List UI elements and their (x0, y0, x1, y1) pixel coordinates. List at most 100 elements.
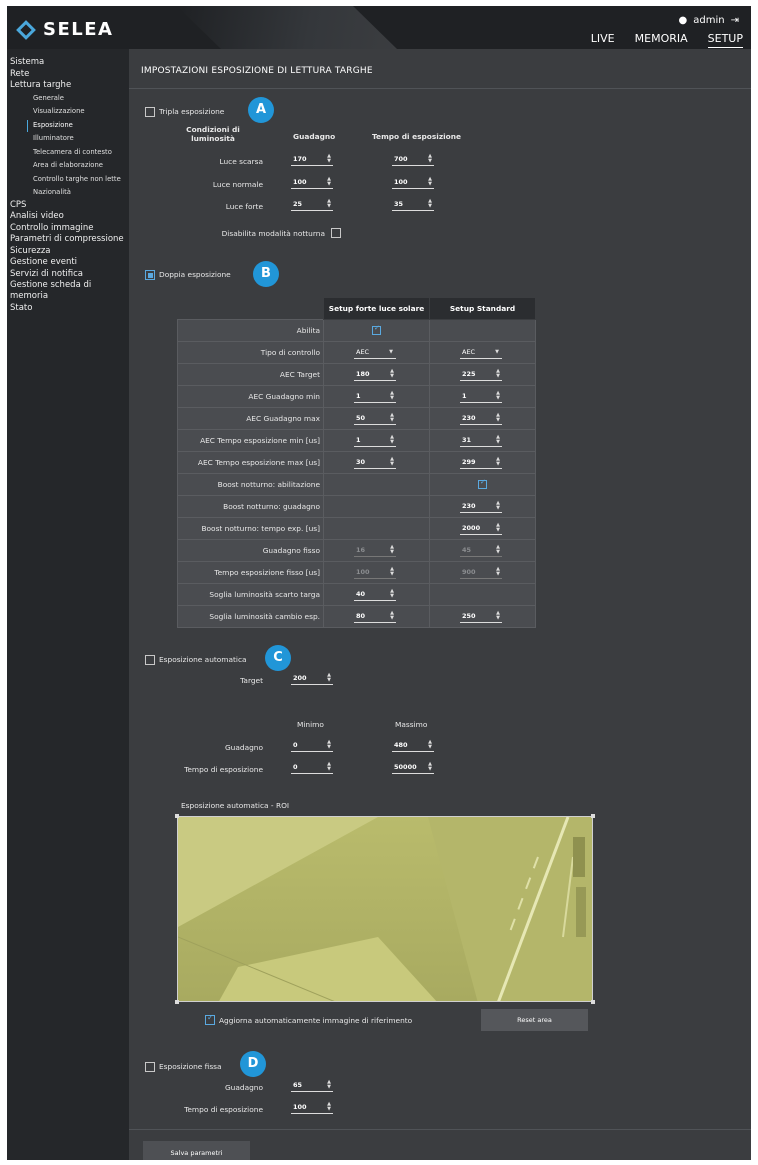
min-column-label: Minimo (297, 720, 324, 729)
triple-time-strong-input[interactable]: 35 ▲ ▼ (392, 199, 434, 211)
spinner-arrows-icon: ▲ ▼ (327, 761, 331, 772)
table-row: Tipo di controllo AEC ▼ AEC ▼ (177, 341, 536, 364)
spinner-arrows-icon: ▲ ▼ (496, 456, 500, 467)
value-input[interactable]: 30 ▲ ▼ (354, 457, 396, 469)
value-input[interactable]: 225 ▲ ▼ (460, 369, 502, 381)
sidebar-item[interactable]: Servizi di notifica (7, 269, 129, 280)
roi-handle[interactable] (591, 1000, 595, 1004)
value-input[interactable]: 80 ▲ ▼ (354, 611, 396, 623)
sidebar-item[interactable]: Gestione eventi (7, 257, 129, 268)
table-row: AEC Target 180 ▲ ▼ 225 ▲ ▼ (177, 363, 536, 386)
triple-gain-normal-input[interactable]: 100 ▲ ▼ (291, 177, 333, 189)
spinner-arrows-icon: ▲ ▼ (327, 739, 331, 750)
table-header: Setup Standard (429, 297, 536, 320)
sidebar-item[interactable]: Analisi video (7, 211, 129, 222)
control-type-select[interactable]: AEC ▼ (460, 347, 502, 359)
double-exposure-checkbox[interactable] (145, 270, 155, 280)
save-parameters-button[interactable]: Salva parametri (143, 1141, 250, 1160)
fixed-exposure-label: Esposizione fissa (159, 1062, 222, 1071)
auto-gain-min-input[interactable]: 0 ▲ ▼ (291, 740, 333, 752)
table-cell (323, 495, 430, 518)
sidebar-item[interactable]: CPS (7, 200, 129, 211)
table-cell: 1 ▲ ▼ (323, 429, 430, 452)
control-type-select[interactable]: AEC ▼ (354, 347, 396, 359)
row-label: AEC Tempo esposizione max [us] (177, 451, 324, 474)
divider (129, 88, 751, 89)
auto-exposure-checkbox[interactable] (145, 655, 155, 665)
value-input[interactable]: 1 ▲ ▼ (460, 391, 502, 403)
table-row: Guadagno fisso 16 ▲ ▼ 45 ▲ ▼ (177, 539, 536, 562)
roi-handle[interactable] (175, 814, 179, 818)
value-input-disabled: 100 ▲ ▼ (354, 566, 396, 579)
sidebar-item[interactable]: Parametri di compressione (7, 234, 129, 245)
value-input[interactable]: 50 ▲ ▼ (354, 413, 396, 425)
fixed-gain-input[interactable]: 65 ▲ ▼ (291, 1080, 333, 1092)
sidebar-item[interactable]: Sicurezza (7, 246, 129, 257)
row-label: Abilita (177, 319, 324, 342)
user-menu[interactable]: ● admin ⇥ (679, 15, 739, 26)
nav-live[interactable]: LIVE (591, 32, 615, 48)
fixed-gain-label: Guadagno (224, 1083, 263, 1092)
value-input[interactable]: 1 ▲ ▼ (354, 435, 396, 447)
nav-setup[interactable]: SETUP (707, 32, 743, 48)
sidebar-item[interactable]: Esposizione (7, 119, 129, 133)
auto-update-checkbox[interactable] (205, 1013, 215, 1025)
sidebar-item[interactable]: Telecamera di contesto (7, 146, 129, 160)
value-input[interactable]: 1 ▲ ▼ (354, 391, 396, 403)
section-badge-d: D (240, 1051, 266, 1077)
sidebar-item[interactable]: Stato (7, 303, 129, 314)
row-label: Soglia luminosità scarto targa (177, 583, 324, 606)
triple-exposure-checkbox[interactable] (145, 107, 155, 117)
value-input[interactable]: 2000 ▲ ▼ (460, 523, 502, 535)
sidebar-item[interactable]: Nazionalità (7, 186, 129, 200)
auto-gain-max-input[interactable]: 480 ▲ ▼ (392, 740, 434, 752)
spinner-arrows-icon: ▲ ▼ (496, 610, 500, 621)
fixed-time-input[interactable]: 100 ▲ ▼ (291, 1102, 333, 1114)
sidebar-item[interactable]: Illuminatore (7, 132, 129, 146)
auto-time-min-input[interactable]: 0 ▲ ▼ (291, 762, 333, 774)
sidebar-item[interactable]: Generale (7, 92, 129, 106)
value-input[interactable]: 230 ▲ ▼ (460, 501, 502, 513)
row-label: AEC Target (177, 363, 324, 386)
sidebar-item[interactable]: Visualizzazione (7, 105, 129, 119)
target-input[interactable]: 200 ▲ ▼ (291, 673, 333, 685)
sidebar-item[interactable]: Lettura targhe (7, 80, 129, 91)
disable-night-label: Disabilita modalità notturna (221, 229, 325, 238)
value-input[interactable]: 40 ▲ ▼ (354, 589, 396, 601)
value-input[interactable]: 250 ▲ ▼ (460, 611, 502, 623)
roi-image[interactable] (177, 816, 593, 1002)
triple-time-normal-input[interactable]: 100 ▲ ▼ (392, 177, 434, 189)
spinner-arrows-icon: ▲ ▼ (390, 588, 394, 599)
roi-handle[interactable] (175, 1000, 179, 1004)
road-scene-image (178, 817, 592, 1001)
value-input[interactable]: 180 ▲ ▼ (354, 369, 396, 381)
sidebar-item[interactable]: Sistema (7, 57, 129, 68)
value-input[interactable]: 299 ▲ ▼ (460, 457, 502, 469)
sidebar-item[interactable]: Gestione scheda di memoria (7, 280, 129, 302)
table-cell: 16 ▲ ▼ (323, 539, 430, 562)
triple-gain-low-input[interactable]: 170 ▲ ▼ (291, 154, 333, 166)
nav-memoria[interactable]: MEMORIA (635, 32, 688, 48)
triple-gain-strong-input[interactable]: 25 ▲ ▼ (291, 199, 333, 211)
value-input[interactable]: 230 ▲ ▼ (460, 413, 502, 425)
reset-area-button[interactable]: Reset area (481, 1009, 588, 1031)
sidebar-item[interactable]: Area di elaborazione (7, 159, 129, 173)
sidebar-item[interactable]: Rete (7, 69, 129, 80)
enable-checkbox[interactable] (372, 324, 381, 335)
sidebar-item[interactable]: Controllo immagine (7, 223, 129, 234)
triple-time-low-input[interactable]: 700 ▲ ▼ (392, 154, 434, 166)
fixed-exposure-checkbox[interactable] (145, 1062, 155, 1072)
enable-checkbox[interactable] (478, 478, 487, 489)
sidebar-item[interactable]: Controllo targhe non lette (7, 173, 129, 187)
triple-row-label: Luce forte (225, 202, 263, 211)
value-input[interactable]: 31 ▲ ▼ (460, 435, 502, 447)
logout-icon[interactable]: ⇥ (731, 15, 739, 26)
table-cell (429, 473, 536, 496)
selea-logo[interactable]: SELEA (16, 19, 113, 40)
table-cell: 45 ▲ ▼ (429, 539, 536, 562)
auto-time-max-input[interactable]: 50000 ▲ ▼ (392, 762, 434, 774)
row-label: AEC Guadagno min (177, 385, 324, 408)
spinner-arrows-icon: ▲ ▼ (327, 153, 331, 164)
roi-handle[interactable] (591, 814, 595, 818)
disable-night-checkbox[interactable] (331, 228, 341, 238)
